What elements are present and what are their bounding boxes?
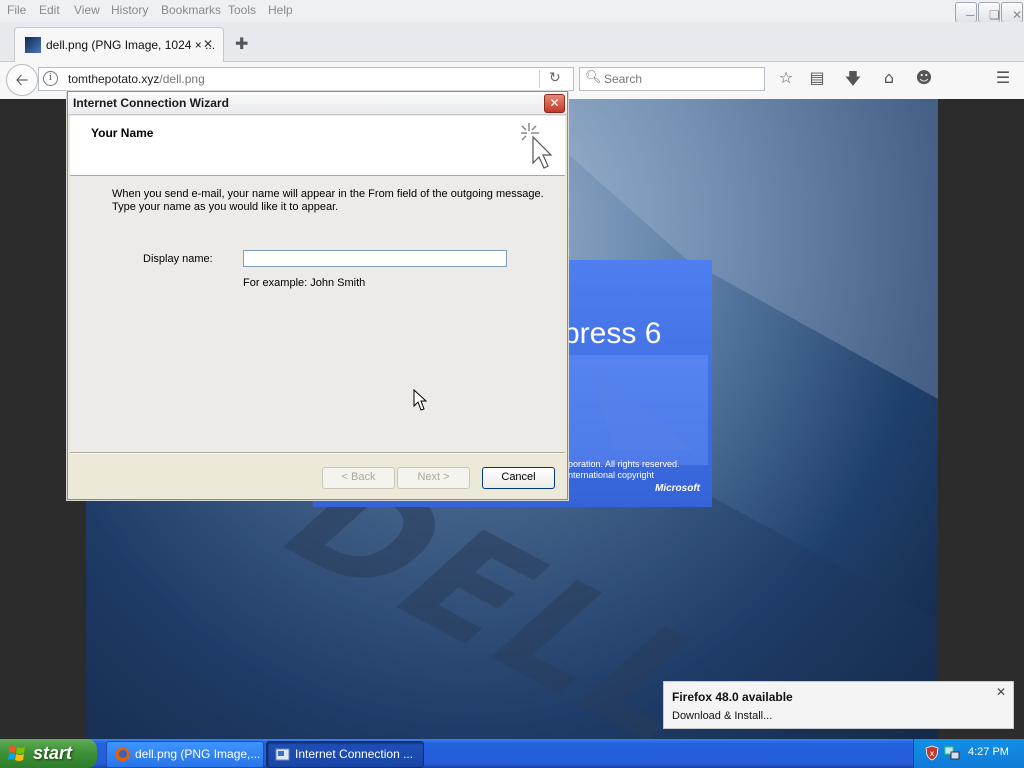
url-divider [539, 70, 540, 88]
new-tab-icon[interactable]: ✚ [235, 34, 248, 53]
menu-view[interactable]: View [74, 3, 100, 17]
windows-logo-icon [8, 746, 25, 761]
wizard-title: Internet Connection Wizard [73, 96, 229, 110]
minimize-button[interactable]: ─ [955, 2, 977, 23]
wizard-instructions: When you send e-mail, your name will app… [112, 188, 552, 214]
taskbar-item-label: dell.png (PNG Image,... [135, 747, 261, 761]
system-tray: x 4:27 PM [913, 739, 1024, 768]
tab-title: dell.png (PNG Image, 1024 × ... [46, 38, 216, 52]
wizard-app-icon [275, 748, 290, 761]
wizard-body: When you send e-mail, your name will app… [70, 176, 565, 452]
search-placeholder: Search [604, 72, 643, 86]
mouse-cursor-icon [413, 389, 427, 411]
close-icon: ✕ [549, 96, 560, 110]
splash-title: press 6 [563, 317, 662, 350]
start-button[interactable]: start [0, 739, 97, 768]
wizard-separator [70, 452, 565, 454]
notification-close-icon[interactable]: ✕ [996, 685, 1006, 699]
wizard-header: Your Name [70, 116, 565, 176]
tab-dell-png[interactable]: dell.png (PNG Image, 1024 × ... ✕ [14, 27, 224, 62]
firefox-icon [115, 747, 130, 762]
back-button[interactable]: < Back [322, 467, 395, 489]
url-text: tomthepotato.xyz/dell.png [68, 72, 205, 86]
hello-icon[interactable]: ☻ [913, 68, 935, 87]
downloads-icon[interactable]: 🡇 [842, 68, 864, 95]
image-favicon-icon [25, 37, 41, 53]
wizard-close-button[interactable]: ✕ [544, 94, 565, 113]
update-notification: Firefox 48.0 available Download & Instal… [663, 681, 1014, 729]
back-button[interactable]: 🡠 [6, 64, 38, 96]
reading-list-icon[interactable]: ▤ [806, 68, 828, 87]
wizard-instruction-line-1: When you send e-mail, your name will app… [112, 188, 544, 200]
cancel-button[interactable]: Cancel [482, 467, 555, 489]
info-icon[interactable]: i [43, 71, 58, 86]
restore-button[interactable]: ❏ [978, 2, 1000, 23]
reload-icon[interactable]: ↻ [549, 70, 561, 86]
url-bar[interactable]: i tomthepotato.xyz/dell.png ↻ [38, 67, 574, 91]
splash-brand: Microsoft [655, 483, 700, 494]
network-icon[interactable] [944, 745, 960, 761]
wizard-titlebar[interactable]: Internet Connection Wizard ✕ [68, 92, 567, 115]
search-icon: 🔍︎ [585, 70, 602, 85]
display-name-label: Display name: [143, 253, 213, 265]
splash-copyright-line-2: nternational copyright [568, 470, 655, 480]
back-arrow-icon: 🡠 [15, 70, 29, 89]
display-name-input[interactable] [243, 250, 507, 267]
home-icon[interactable]: ⌂ [878, 68, 900, 87]
menu-edit[interactable]: Edit [39, 3, 60, 17]
menu-tools[interactable]: Tools [228, 3, 256, 17]
wizard-instruction-line-2: Type your name as you would like it to a… [112, 201, 339, 213]
next-button[interactable]: Next > [397, 467, 470, 489]
taskbar-item-label: Internet Connection ... [295, 747, 414, 761]
display-name-example: For example: John Smith [243, 277, 366, 289]
search-bar[interactable]: 🔍︎ Search [579, 67, 765, 91]
wizard-heading: Your Name [91, 126, 154, 140]
tab-strip: dell.png (PNG Image, 1024 × ... ✕ ✚ [0, 22, 1024, 62]
menu-history[interactable]: History [111, 3, 148, 17]
svg-text:x: x [930, 749, 935, 758]
menu-bookmarks[interactable]: Bookmarks [161, 3, 221, 17]
url-path: /dell.png [159, 72, 205, 86]
start-label: start [33, 743, 73, 763]
taskbar-item-wizard[interactable]: Internet Connection ... [266, 741, 424, 768]
bookmark-star-icon[interactable]: ☆ [775, 68, 797, 87]
splash-copyright: poration. All rights reserved. nternatio… [568, 459, 680, 481]
taskbar: start dell.png (PNG Image,... Internet C… [0, 739, 1024, 768]
clock: 4:27 PM [968, 746, 1009, 758]
browser-chrome: File Edit View History Bookmarks Tools H… [0, 0, 1024, 100]
wizard-cursor-sparkle-icon [521, 123, 553, 169]
menu-hamburger-icon[interactable]: ☰ [992, 68, 1014, 87]
internet-connection-wizard-dialog: Internet Connection Wizard ✕ Your Name W… [67, 91, 568, 500]
url-domain: tomthepotato.xyz [68, 72, 160, 86]
menu-help[interactable]: Help [268, 3, 293, 17]
close-window-button[interactable]: ✕ [1001, 2, 1023, 23]
menu-bar: File Edit View History Bookmarks Tools H… [0, 0, 1024, 23]
security-shield-icon[interactable]: x [924, 745, 940, 761]
tab-close-icon[interactable]: ✕ [203, 37, 213, 51]
splash-copyright-line-1: poration. All rights reserved. [568, 459, 680, 469]
taskbar-item-firefox[interactable]: dell.png (PNG Image,... [106, 741, 264, 768]
download-install-link[interactable]: Download & Install... [672, 710, 772, 722]
menu-file[interactable]: File [7, 3, 26, 17]
notification-title: Firefox 48.0 available [672, 690, 793, 704]
